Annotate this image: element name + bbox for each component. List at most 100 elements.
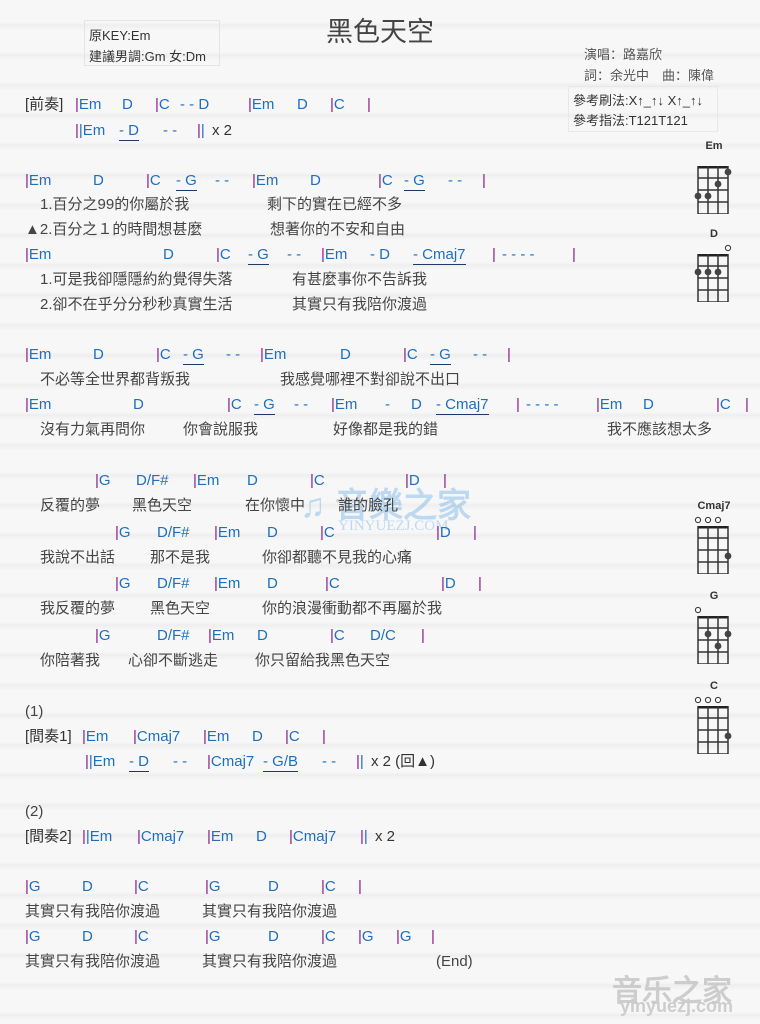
chord-token: D	[163, 246, 174, 263]
lyric: 你會說服我	[183, 421, 259, 438]
chord-token: |Em	[248, 96, 275, 113]
chord-token: D	[340, 346, 351, 363]
chord-token: |Em	[203, 728, 230, 745]
fretboard	[694, 516, 732, 575]
chord-diagram-label: Em	[705, 140, 723, 152]
lyric: 黑色天空	[150, 600, 211, 617]
chord-token: x 2	[375, 828, 396, 845]
chord-token: |G	[205, 878, 221, 895]
lyric: 其實只有我陪你渡過	[25, 903, 161, 920]
writers: 詞：余光中 曲：陳偉	[584, 68, 715, 83]
chord-token: - -	[226, 346, 241, 363]
finger-dot	[714, 642, 722, 650]
chord-token: - -	[215, 172, 230, 189]
lyric: 你陪著我	[40, 652, 101, 669]
section-marker: (End)	[436, 953, 473, 970]
chord-token: |Cmaj7	[289, 828, 337, 845]
finger-dot	[724, 552, 732, 560]
chord-token: - - - -	[502, 246, 535, 263]
chord-token: D/F#	[157, 627, 190, 644]
section-label: [間奏2]	[25, 828, 72, 845]
chord-token: |C	[227, 396, 242, 413]
lyric: 那不是我	[150, 549, 211, 566]
chord-token: D/F#	[136, 472, 169, 489]
chord-token: - G/B	[263, 753, 299, 772]
chord-diagram-label: D	[710, 228, 718, 240]
chord-token: |Em	[252, 172, 279, 189]
chord-token: |C	[310, 472, 325, 489]
chord-token: - -	[473, 346, 488, 363]
chord-token: |Cmaj7	[207, 753, 255, 770]
chord-token: |G	[95, 627, 111, 644]
lyric: 有甚麼事你不告訴我	[292, 271, 428, 288]
chord-token: |	[421, 627, 425, 644]
chord-token: - -	[322, 753, 337, 770]
fretboard	[694, 244, 732, 303]
lyric: 1.可是我卻隱隱約約覺得失落	[40, 271, 233, 288]
chord-token: |	[516, 396, 520, 413]
fretboard-wrap	[694, 240, 738, 307]
chord-token: |Em	[596, 396, 623, 413]
chord-token: |G	[205, 928, 221, 945]
finger-dot	[694, 268, 702, 276]
fretboard	[694, 606, 732, 665]
chord-diagram-label: G	[709, 590, 719, 602]
chord-diagram-label: C	[710, 680, 718, 692]
chord-token: - G	[404, 172, 425, 191]
chord-token: |G	[115, 575, 131, 592]
chord-token: D	[297, 96, 308, 113]
chord-token: - - - -	[526, 396, 559, 413]
chord-token: |C	[378, 172, 393, 189]
chord-diagram-c: C	[694, 680, 738, 759]
chord-token: ||	[360, 828, 368, 845]
chord-token: |C	[146, 172, 161, 189]
chord-token: - -	[294, 396, 309, 413]
chord-token: |Cmaj7	[137, 828, 185, 845]
chord-token: |	[431, 928, 435, 945]
lyric: 剩下的實在已經不多	[267, 196, 403, 213]
chord-token: D	[257, 627, 268, 644]
chord-token: |	[322, 728, 326, 745]
chord-token: |Em	[214, 575, 241, 592]
fretboard-wrap	[694, 692, 738, 759]
chord-token: |G	[396, 928, 412, 945]
key-info-box: 原KEY:Em 建議男調:Gm 女:Dm	[84, 20, 220, 66]
lyric: ▲2.百分之１的時間想甚麼	[25, 221, 203, 238]
chord-token: D	[133, 396, 144, 413]
chord-diagram-d: D	[694, 228, 738, 307]
lyric: 我不應該想太多	[607, 421, 713, 438]
chord-token: |	[507, 346, 511, 363]
section-label: [前奏]	[25, 96, 64, 113]
chord-token: D	[256, 828, 267, 845]
chord-token: |D	[405, 472, 420, 489]
chord-token: D	[122, 96, 133, 113]
original-key: 原KEY:Em	[89, 28, 151, 43]
chord-token: D	[268, 928, 279, 945]
open-string-marker	[694, 606, 702, 614]
chord-token: |	[482, 172, 486, 189]
finger-dot	[704, 630, 712, 638]
fretboard-wrap	[694, 512, 738, 579]
chord-token: - D	[370, 246, 390, 263]
section-marker: (1)	[25, 703, 44, 720]
chord-token: |C	[134, 928, 149, 945]
chord-token: D	[82, 878, 93, 895]
chord-token: |Em	[331, 396, 358, 413]
fretboard	[694, 166, 732, 215]
chord-token: - Cmaj7	[413, 246, 466, 265]
lyric: 你只留給我黑色天空	[255, 652, 391, 669]
chord-token: |Em	[207, 828, 234, 845]
chord-token: D/F#	[157, 524, 190, 541]
lyric: 其實只有我陪你渡過	[202, 903, 338, 920]
open-string-marker	[694, 516, 702, 524]
lyric: 心卻不斷逃走	[128, 652, 219, 669]
section-label: [間奏1]	[25, 728, 72, 745]
open-string-marker	[704, 696, 712, 704]
nut	[698, 706, 728, 709]
chord-token: D	[247, 472, 258, 489]
chord-token: - Cmaj7	[436, 396, 489, 415]
chord-token: ||Em	[85, 753, 116, 770]
chord-token: |Em	[25, 396, 52, 413]
lyric: 我反覆的夢	[40, 600, 116, 617]
suggested-key: 建議男調:Gm 女:Dm	[89, 49, 206, 64]
